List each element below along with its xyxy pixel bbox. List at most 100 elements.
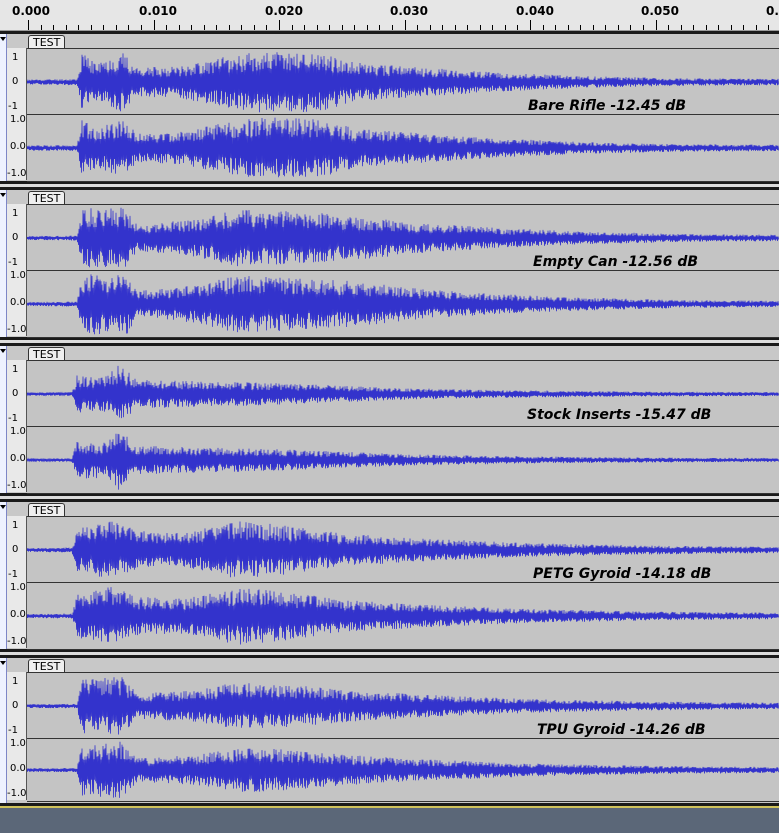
track-name-tab[interactable]: TEST: [28, 347, 66, 361]
ruler-tick: [216, 25, 217, 30]
waveform-path: [27, 587, 779, 645]
amp-label: -1.0: [7, 636, 27, 647]
amplitude-ruler-upper: 1 0 -1: [7, 516, 27, 582]
track-panel: TEST 1 0 -1 1.0 0.0 -1.0 Empty Can -12.5…: [0, 190, 779, 338]
amplitude-ruler-lower: 1.0 0.0 -1.0: [7, 738, 27, 800]
dropdown-arrow-icon[interactable]: [0, 661, 6, 665]
ruler-tick: [179, 25, 180, 30]
track-control-strip[interactable]: [0, 346, 7, 493]
dropdown-arrow-icon[interactable]: [0, 193, 6, 197]
audio-track[interactable]: TEST 1 0 -1 1.0 0.0 -1.0 Empty Can -12.5…: [0, 187, 779, 340]
track-header: [26, 346, 779, 360]
track-panel: TEST 1 0 -1 1.0 0.0 -1.0 Bare Rifle -12.…: [0, 34, 779, 182]
ruler-tick: [103, 25, 104, 30]
track-control-strip[interactable]: [0, 502, 7, 649]
amp-label: 1: [12, 364, 19, 375]
ruler-tick-label: 0.020: [265, 4, 303, 18]
amplitude-ruler-upper: 1 0 -1: [7, 672, 27, 738]
ruler-tick: [643, 25, 644, 30]
ruler-tick-label: 0.010: [139, 4, 177, 18]
ruler-tick: [53, 25, 54, 30]
amp-label: 1: [12, 52, 19, 63]
ruler-tick: [392, 25, 393, 30]
amplitude-ruler-lower: 1.0 0.0 -1.0: [7, 426, 27, 492]
amp-label: 0: [12, 76, 19, 87]
ruler-tick: [630, 25, 631, 30]
waveform-channel-right[interactable]: [27, 582, 779, 650]
dropdown-arrow-icon[interactable]: [0, 505, 6, 509]
ruler-tick: [266, 25, 267, 30]
ruler-tick: [530, 20, 531, 30]
waveform-channel-right[interactable]: [27, 114, 779, 182]
amp-label: -1: [8, 413, 18, 424]
track-name-tab[interactable]: TEST: [28, 503, 66, 517]
ruler-tick: [367, 25, 368, 30]
ruler-tick-label: 0.0: [766, 4, 779, 18]
amp-label: -1.0: [7, 788, 27, 799]
amp-label: 1: [12, 520, 19, 531]
track-header: [26, 658, 779, 672]
track-header: [26, 190, 779, 204]
ruler-tick: [405, 20, 406, 30]
ruler-tick: [681, 25, 682, 30]
ruler-tick: [116, 25, 117, 30]
measurement-label: Bare Rifle -12.45 dB: [528, 98, 687, 114]
amp-label: 0: [12, 232, 19, 243]
track-name-tab[interactable]: TEST: [28, 659, 66, 673]
ruler-tick-label: 0.040: [516, 4, 554, 18]
dropdown-arrow-icon[interactable]: [0, 349, 6, 353]
ruler-tick: [693, 25, 694, 30]
amplitude-ruler-upper: 1 0 -1: [7, 48, 27, 114]
track-name-tab[interactable]: TEST: [28, 35, 66, 49]
amp-label: -1.0: [7, 168, 27, 179]
ruler-tick: [66, 25, 67, 30]
waveform-channel-right[interactable]: [27, 270, 779, 338]
amp-label: 1.0: [10, 738, 26, 749]
amplitude-ruler-lower: 1.0 0.0 -1.0: [7, 270, 27, 336]
amplitude-ruler-upper: 1 0 -1: [7, 204, 27, 270]
measurement-label: Stock Inserts -15.47 dB: [527, 407, 712, 423]
ruler-tick: [505, 25, 506, 30]
audio-track[interactable]: TEST 1 0 -1 1.0 0.0 -1.0 TPU Gyroid -14.…: [0, 655, 779, 806]
amplitude-ruler-lower: 1.0 0.0 -1.0: [7, 582, 27, 648]
ruler-tick: [718, 25, 719, 30]
ruler-tick: [229, 25, 230, 30]
track-header: [26, 502, 779, 516]
ruler-tick: [379, 25, 380, 30]
track-panel: TEST 1 0 -1 1.0 0.0 -1.0 PETG Gyroid -14…: [0, 502, 779, 650]
track-control-strip[interactable]: [0, 34, 7, 181]
ruler-tick: [593, 25, 594, 30]
ruler-tick: [292, 25, 293, 30]
track-panel: TEST 1 0 -1 1.0 0.0 -1.0 TPU Gyroid -14.…: [0, 658, 779, 803]
measurement-label: Empty Can -12.56 dB: [533, 254, 699, 270]
waveform-channel-right[interactable]: [27, 738, 779, 802]
track-control-strip[interactable]: [0, 190, 7, 337]
waveform-svg: [27, 587, 779, 645]
track-name-tab[interactable]: TEST: [28, 191, 66, 205]
track-control-strip[interactable]: [0, 658, 7, 803]
ruler-tick: [580, 25, 581, 30]
dropdown-arrow-icon[interactable]: [0, 37, 6, 41]
ruler-tick: [706, 25, 707, 30]
ruler-tick: [467, 25, 468, 30]
audio-track[interactable]: TEST 1 0 -1 1.0 0.0 -1.0 Bare Rifle -12.…: [0, 31, 779, 184]
amp-label: 0.0: [10, 609, 26, 620]
status-area: [0, 808, 779, 833]
time-ruler[interactable]: 0.000 0.010 0.020 0.030 0.040 0.050 0.0: [0, 0, 779, 31]
ruler-tick: [743, 25, 744, 30]
waveform-channel-right[interactable]: [27, 426, 779, 494]
amp-label: 1: [12, 208, 19, 219]
ruler-tick: [191, 25, 192, 30]
ruler-tick: [204, 25, 205, 30]
ruler-tick: [555, 25, 556, 30]
ruler-tick: [668, 25, 669, 30]
ruler-tick-label: 0.030: [390, 4, 428, 18]
amp-label: 0: [12, 388, 19, 399]
ruler-tick: [166, 25, 167, 30]
amp-label: 1.0: [10, 426, 26, 437]
audio-track[interactable]: TEST 1 0 -1 1.0 0.0 -1.0 PETG Gyroid -14…: [0, 499, 779, 652]
ruler-tick: [543, 25, 544, 30]
amp-label: -1.0: [7, 480, 27, 491]
waveform-svg: [27, 274, 779, 335]
audio-track[interactable]: TEST 1 0 -1 1.0 0.0 -1.0 Stock Inserts -…: [0, 343, 779, 496]
